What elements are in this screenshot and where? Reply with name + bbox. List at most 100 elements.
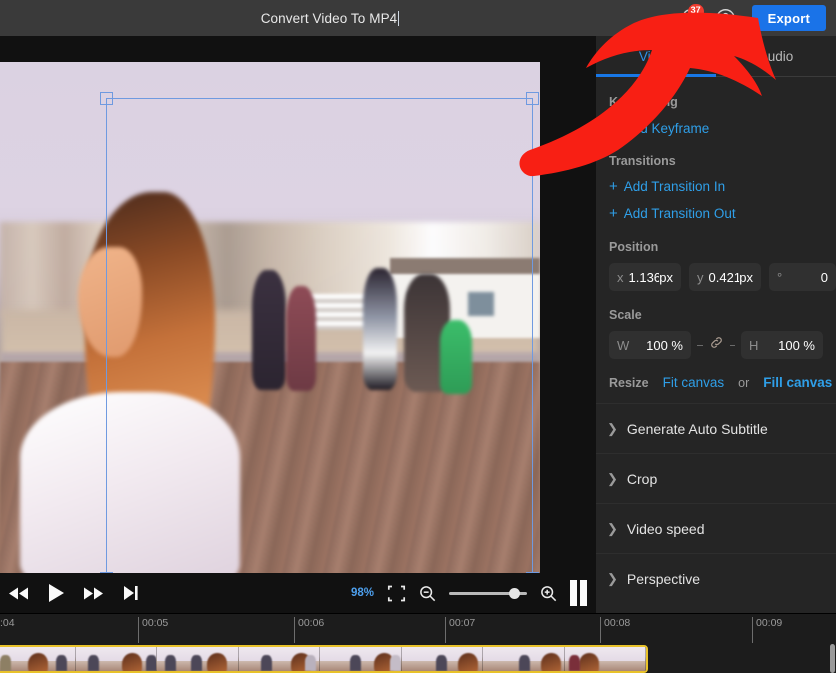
scale-section-title: Scale (609, 308, 642, 322)
video-preview-canvas[interactable] (0, 36, 595, 573)
accordion-label: Generate Auto Subtitle (626, 420, 768, 437)
add-keyframe-button[interactable]: + Add Keyframe (596, 121, 836, 136)
split-bar (580, 580, 587, 606)
house-window (468, 292, 494, 316)
play-button[interactable] (48, 583, 65, 603)
position-section-title: Position (609, 240, 659, 254)
rewind-button[interactable] (8, 586, 30, 601)
accordion-video-speed[interactable]: ❯ Video speed (596, 503, 836, 553)
split-bar (570, 580, 577, 606)
link-chain-glyph (710, 337, 722, 348)
zoom-out-button[interactable] (419, 585, 436, 602)
timeline-ruler[interactable]: :04 00:05 00:06 00:07 00:08 00:09 (0, 613, 836, 644)
position-y-input[interactable]: y 0.421 px (689, 263, 761, 291)
title-bar: Convert Video To MP4 37 Export (0, 0, 836, 36)
fill-canvas-button[interactable]: Fill canvas (763, 375, 832, 390)
plus-icon: + (609, 205, 618, 222)
position-x-unit: px (659, 269, 673, 285)
clip-thumbnail (75, 647, 157, 671)
chevron-right-icon: ❯ (607, 570, 618, 586)
fit-canvas-button[interactable]: Fit canvas (663, 375, 725, 390)
scale-width-input[interactable]: W 100 % (609, 331, 691, 359)
ruler-tick: 00:09 (752, 617, 782, 643)
add-transition-in-label: Add Transition In (623, 179, 726, 194)
zoom-in-button[interactable] (540, 585, 557, 602)
resize-or-label: or (738, 375, 750, 390)
chevron-right-icon: ❯ (607, 420, 618, 436)
clip-thumbnail (0, 647, 76, 671)
position-x-input[interactable]: x 1.136 px (609, 263, 681, 291)
video-frame (0, 62, 540, 573)
plus-icon: + (609, 178, 618, 195)
zoom-slider-knob[interactable] (509, 587, 520, 599)
transitions-section-title: Transitions (609, 154, 676, 168)
split-view-button[interactable] (570, 580, 587, 606)
fit-to-screen-button[interactable] (387, 585, 406, 602)
position-x-value: 1.136 (628, 269, 660, 285)
clip-thumbnail (238, 647, 320, 671)
timeline-scrollbar[interactable] (830, 644, 835, 673)
link-dash-left (697, 344, 703, 346)
next-frame-button[interactable] (123, 585, 139, 601)
clip-thumbnail (401, 647, 483, 671)
background-person (286, 286, 316, 391)
add-transition-in-button[interactable]: + Add Transition In (596, 179, 836, 194)
fast-forward-button[interactable] (83, 586, 105, 601)
rotation-input[interactable]: ° 0 (769, 263, 836, 291)
timeline-video-clip[interactable] (0, 645, 648, 673)
tab-video[interactable]: Video (596, 36, 716, 77)
subject-hoodie (20, 392, 240, 573)
ruler-tick: :04 (0, 617, 15, 629)
ruler-tick: 00:05 (138, 617, 168, 643)
help-button[interactable] (715, 8, 736, 29)
rewind-icon (9, 587, 28, 599)
degree-icon: ° (777, 269, 783, 285)
accordion-generate-auto-subtitle[interactable]: ❯ Generate Auto Subtitle (596, 403, 836, 453)
notification-badge: 37 (687, 4, 704, 19)
document-title-input[interactable]: Convert Video To MP4 (0, 0, 660, 36)
tab-audio[interactable]: Audio (716, 36, 836, 76)
notifications-button[interactable]: 37 (678, 4, 704, 29)
link-chain-icon[interactable] (709, 335, 724, 355)
document-title-text: Convert Video To MP4 (260, 10, 398, 26)
help-circle-icon (715, 8, 735, 28)
ruler-tick: 00:06 (294, 617, 324, 643)
play-icon (49, 584, 64, 602)
background-person (252, 270, 286, 390)
transport-controls (0, 583, 139, 603)
ruler-tick: 00:07 (445, 617, 475, 643)
plus-icon: + (609, 120, 618, 137)
clip-thumbnail (157, 647, 239, 671)
zoom-out-icon (420, 585, 436, 601)
clip-thumbnail (320, 647, 402, 671)
subject-face (78, 247, 142, 357)
chevron-right-icon: ❯ (607, 470, 618, 486)
chevron-right-icon: ❯ (607, 520, 618, 536)
accordion-perspective[interactable]: ❯ Perspective (596, 553, 836, 603)
accordion-crop[interactable]: ❯ Crop (596, 453, 836, 503)
x-axis-label: x (617, 269, 624, 285)
add-keyframe-label: Add Keyframe (623, 121, 710, 136)
scale-height-input[interactable]: H 100 % (741, 331, 823, 359)
height-label: H (749, 337, 759, 353)
fast-forward-icon (84, 587, 103, 599)
scale-width-value: 100 % (646, 337, 683, 353)
position-fields: x 1.136 px y 0.421 px ° 0 (596, 263, 836, 291)
position-y-unit: px (739, 269, 753, 285)
accordion-label: Crop (626, 470, 658, 487)
clip-thumbnail-strip (0, 647, 646, 671)
rotation-value: 0 (820, 269, 828, 285)
export-button[interactable]: Export (751, 5, 826, 31)
fit-to-screen-icon (387, 585, 406, 601)
resize-label: Resize (609, 375, 649, 390)
width-label: W (617, 337, 630, 353)
zoom-slider[interactable] (449, 587, 527, 599)
clip-thumbnail (564, 647, 646, 671)
sidebar-tabs: Video Audio (596, 36, 836, 77)
scale-height-value: 100 % (778, 337, 815, 353)
text-cursor (398, 10, 400, 26)
add-transition-out-button[interactable]: + Add Transition Out (596, 206, 836, 221)
accordion-label: Video speed (626, 520, 705, 537)
timeline-track-area[interactable] (0, 644, 836, 673)
position-y-value: 0.421 (708, 269, 740, 285)
